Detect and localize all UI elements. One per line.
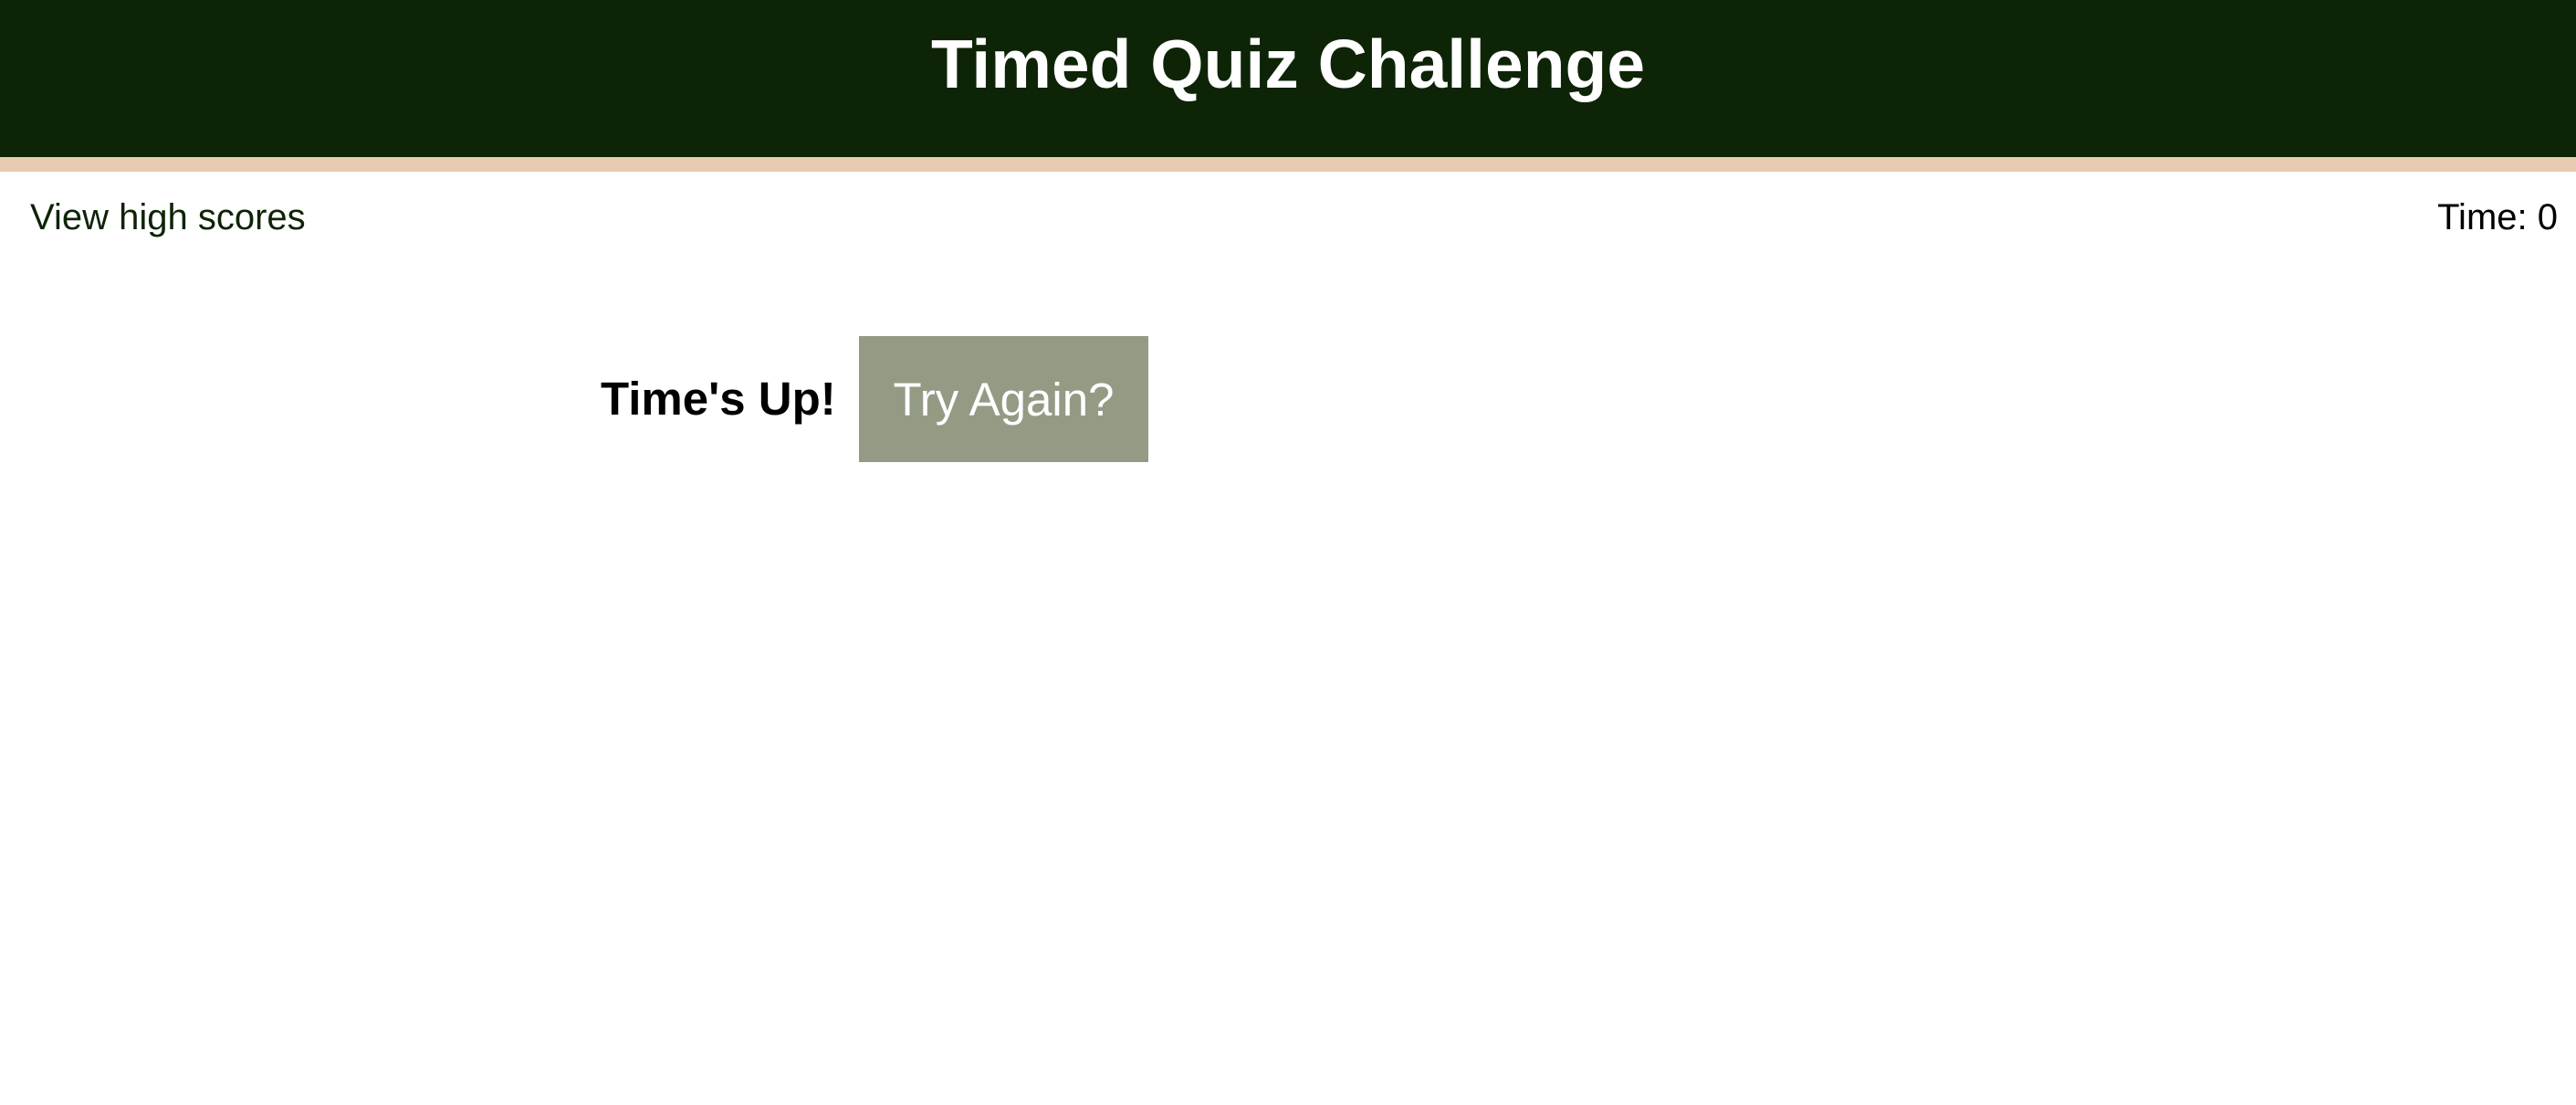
timer-label: Time: xyxy=(2437,197,2538,237)
timer: Time: 0 xyxy=(2437,195,2558,239)
try-again-button[interactable]: Try Again? xyxy=(859,336,1148,462)
header-accent-bar xyxy=(0,157,2576,172)
view-high-scores-link[interactable]: View high scores xyxy=(30,195,306,239)
page-title: Timed Quiz Challenge xyxy=(930,25,1646,102)
timer-value: 0 xyxy=(2537,197,2558,237)
times-up-message: Time's Up! xyxy=(601,372,836,425)
page-header: Timed Quiz Challenge xyxy=(0,0,2576,157)
